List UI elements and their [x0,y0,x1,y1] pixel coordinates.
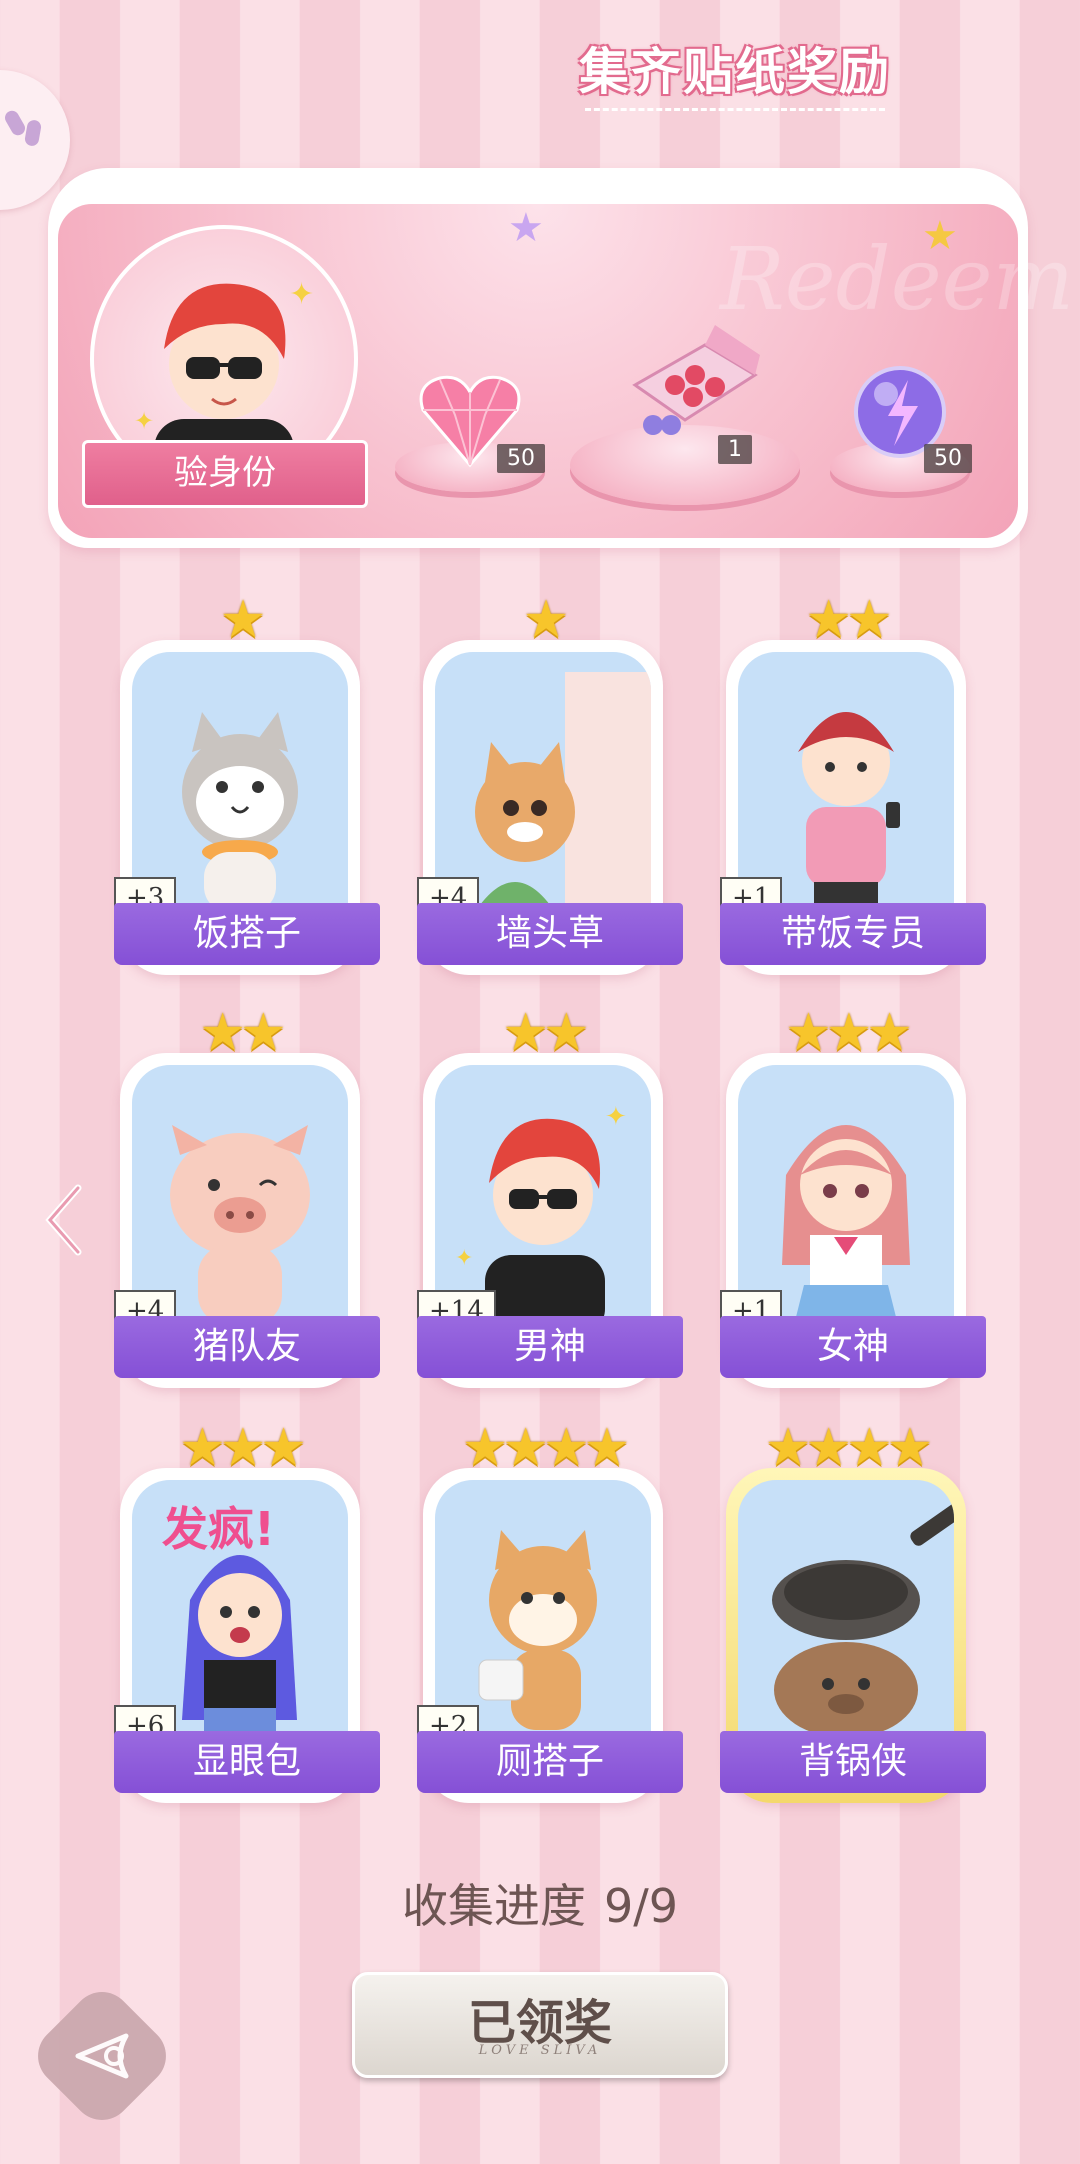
sticker-name: 女神 [720,1316,986,1378]
sticker-card[interactable]: ★★ +1 带饭专员 [720,590,986,975]
svg-text:✦: ✦ [134,407,154,435]
reward-count: 1 [718,435,752,464]
rarity-stars: ★★★★ [461,1418,630,1478]
claim-button-sublabel: LOVE SLIVA [478,2043,602,2058]
progress-value: 9/9 [603,1879,679,1933]
verify-identity-label[interactable]: 验身份 [82,440,368,508]
sticker-card[interactable]: ★★★★ 背锅侠 [720,1418,986,1803]
chevron-left-icon[interactable] [40,1180,90,1260]
rarity-stars: ★★★★ [764,1418,933,1478]
sticker-name: 背锅侠 [720,1731,986,1793]
girl-crazy-icon: 发疯! [132,1480,348,1743]
sticker-name: 带饭专员 [720,903,986,965]
sticker-card[interactable]: ★★ +4 猪队友 [114,1003,380,1388]
capybara-pan-icon [738,1480,954,1743]
petal-icon [2,108,48,160]
sticker-card[interactable]: ★★ ✦ ✦ +14 男神 [417,1003,683,1388]
reward-gift[interactable]: 1 [570,325,800,505]
sticker-card[interactable]: ★★★ 发疯! +6 显眼包 [114,1418,380,1803]
banner-title: 集齐贴纸奖励 [579,43,891,101]
svg-text:✦: ✦ [289,277,314,312]
corner-menu-button[interactable] [0,70,70,210]
claim-reward-button[interactable]: 已领奖 LOVE SLIVA [352,1972,728,2078]
rarity-stars: ★ [219,590,267,650]
rarity-stars: ★★ [199,1003,286,1063]
svg-text:✦: ✦ [455,1246,473,1271]
progress-label: 收集进度 [401,1879,586,1933]
pig-icon [132,1065,348,1328]
rarity-stars: ★★ [805,590,892,650]
svg-text:✦: ✦ [605,1102,627,1132]
back-button[interactable] [25,1979,179,2133]
sticker-card[interactable]: ★ +3 饭搭子 [114,590,380,975]
svg-text:发疯!: 发疯! [162,1502,275,1556]
shiba-toilet-paper-icon [435,1480,651,1743]
title-underline [585,108,885,111]
banner-watermark: Redeem [720,230,1075,330]
cat-eating-icon [132,652,348,915]
sticker-card[interactable]: ★★★★ +2 厕搭子 [417,1418,683,1803]
rarity-stars: ★★★ [785,1003,913,1063]
sticker-name: 猪队友 [114,1316,380,1378]
sticker-name: 显眼包 [114,1731,380,1793]
reward-gem[interactable]: 50 [395,362,545,492]
sticker-name: 饭搭子 [114,903,380,965]
sticker-name: 墙头草 [417,903,683,965]
rarity-stars: ★ [522,590,570,650]
cat-peeking-wall-icon [435,652,651,915]
girl-sailor-icon [738,1065,954,1328]
sticker-name: 厕搭子 [417,1731,683,1793]
back-arrow-icon [75,2033,129,2079]
rarity-stars: ★★ [502,1003,589,1063]
sticker-card[interactable]: ★ +4 墙头草 [417,590,683,975]
girl-with-phone-icon [738,652,954,915]
sticker-card[interactable]: ★★★ +1 女神 [720,1003,986,1388]
star-icon: ★ [508,205,544,251]
boy-sunglasses-icon: ✦ ✦ [435,1065,651,1328]
sticker-name: 男神 [417,1316,683,1378]
collection-progress: 收集进度 9/9 [0,1870,1080,1936]
reward-count: 50 [924,444,972,473]
gift-box-icon [632,325,760,435]
reward-count: 50 [497,444,545,473]
reward-orb[interactable]: 50 [830,362,972,492]
rarity-stars: ★★★ [179,1418,307,1478]
